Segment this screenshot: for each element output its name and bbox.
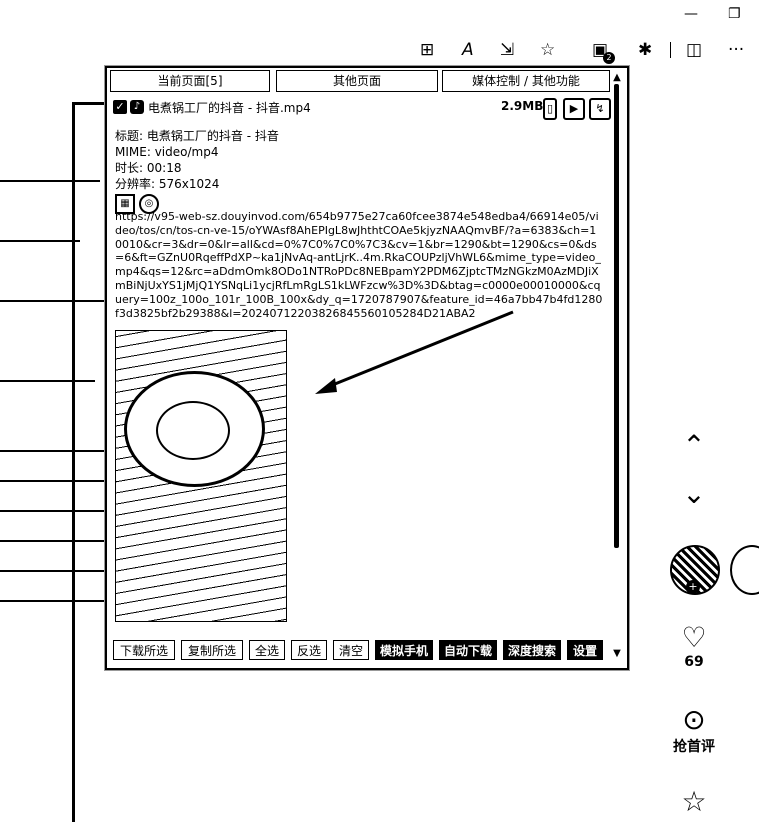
scroll-thumb[interactable] (614, 84, 619, 548)
like-count: 69 (684, 654, 704, 670)
split-screen-icon[interactable]: ◫ (686, 40, 702, 60)
read-aloud-icon[interactable]: A (462, 40, 474, 60)
scroll-down-icon[interactable]: ▼ (611, 648, 623, 659)
puzzle-icon[interactable]: ✱ (638, 40, 652, 60)
media-size: 2.9MB (501, 99, 544, 113)
annotation-arrow (315, 310, 514, 394)
clear-button[interactable]: 清空 (333, 640, 369, 660)
popup-tabs: 当前页面[5] 其他页面 媒体控制 / 其他功能 (110, 70, 610, 92)
title-value: 电煮锅工厂的抖音 - 抖音 (146, 129, 279, 143)
comment-label: 抢首评 (673, 739, 715, 755)
comment-icon: ⊙ (682, 703, 706, 736)
copy-selected-button[interactable]: 复制所选 (181, 640, 243, 660)
media-info: 标题: 电煮锅工厂的抖音 - 抖音 MIME: video/mp4 时长: 00… (115, 128, 609, 214)
share-icon[interactable]: ⇲ (500, 40, 514, 60)
tab-media-control[interactable]: 媒体控制 / 其他功能 (442, 70, 610, 92)
secondary-avatar[interactable] (730, 545, 759, 595)
heart-icon: ♡ (681, 621, 707, 654)
media-filename: 电煮锅工厂的抖音 - 抖音.mp4 (148, 101, 311, 115)
duration-label: 时长: (115, 161, 144, 175)
video-preview[interactable] (115, 330, 287, 622)
popup-scrollbar[interactable]: ▲ ▼ (611, 70, 623, 662)
duration-value: 00:18 (146, 161, 182, 175)
media-downloader-popup: 当前页面[5] 其他页面 媒体控制 / 其他功能 ▲ ▼ ✓ ♪ 电煮锅工厂的抖… (105, 66, 629, 670)
simulate-phone-button[interactable]: 模拟手机 (375, 640, 433, 660)
tab-other-pages[interactable]: 其他页面 (276, 70, 438, 92)
resolution-label: 分辨率: (115, 177, 156, 191)
favorite-video-button[interactable]: ☆ (672, 786, 716, 818)
follow-plus-icon[interactable]: + (686, 580, 700, 594)
restore-button[interactable]: ❐ (728, 6, 741, 22)
previous-video-button[interactable]: ⌃ (672, 430, 716, 462)
scroll-up-icon[interactable]: ▲ (611, 72, 623, 83)
media-url[interactable]: https://v95-web-sz.douyinvod.com/654b977… (115, 210, 603, 320)
settings-button[interactable]: 设置 (567, 640, 603, 660)
resolution-value: 576x1024 (158, 177, 220, 191)
next-video-button[interactable]: ⌄ (672, 478, 716, 510)
auto-download-button[interactable]: 自动下载 (439, 640, 497, 660)
favorite-icon[interactable]: ☆ (540, 40, 555, 60)
minimize-button[interactable]: — (684, 6, 698, 22)
select-all-button[interactable]: 全选 (249, 640, 285, 660)
background-video (0, 150, 105, 630)
copy-icon[interactable]: ▯ (543, 98, 557, 120)
mime-label: MIME: (115, 145, 151, 159)
deep-search-button[interactable]: 深度搜索 (503, 640, 561, 660)
more-icon[interactable]: ··· (728, 40, 744, 60)
tab-current-page[interactable]: 当前页面[5] (110, 70, 270, 92)
toolbar-separator (670, 42, 671, 58)
like-button[interactable]: ♡ 69 (672, 621, 716, 671)
invert-selection-button[interactable]: 反选 (291, 640, 327, 660)
chevron-up-icon: ⌃ (682, 429, 706, 462)
extension-badge: 2 (603, 52, 615, 64)
mime-value: video/mp4 (154, 145, 219, 159)
comment-button[interactable]: ⊙ 抢首评 (672, 704, 716, 756)
douyin-icon: ♪ (130, 100, 144, 114)
star-icon: ☆ (681, 785, 707, 818)
title-label: 标题: (115, 129, 144, 143)
preview-egg (156, 401, 230, 460)
media-item: ✓ ♪ 电煮锅工厂的抖音 - 抖音.mp4 2.9MB ▯ ▶ ↯ (113, 98, 611, 120)
media-checkbox[interactable]: ✓ (113, 100, 127, 114)
grid-icon[interactable]: ⊞ (420, 40, 434, 60)
play-icon[interactable]: ▶ (563, 98, 585, 120)
chevron-down-icon: ⌄ (682, 477, 706, 510)
download-icon[interactable]: ↯ (589, 98, 611, 120)
action-bar: 下载所选 复制所选 全选 反选 清空 模拟手机 自动下载 深度搜索 设置 (113, 640, 603, 662)
download-selected-button[interactable]: 下载所选 (113, 640, 175, 660)
